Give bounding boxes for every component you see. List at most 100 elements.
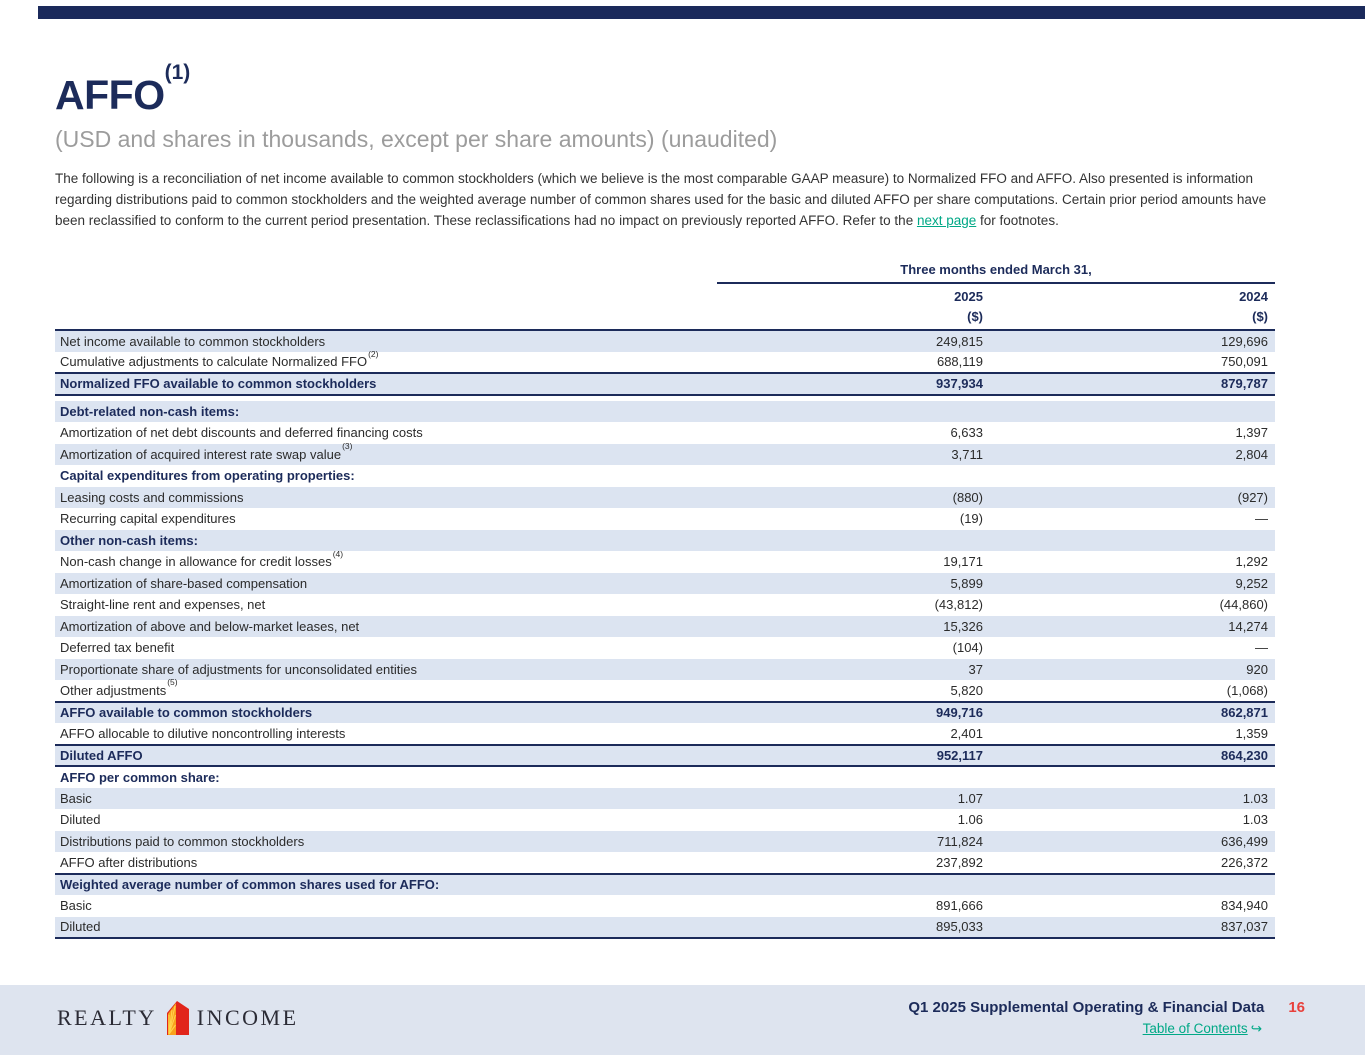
row-label: Distributions paid to common stockholder… bbox=[55, 831, 717, 853]
row-label: Non-cash change in allowance for credit … bbox=[55, 551, 717, 573]
units-header-2024: ($) bbox=[990, 307, 1275, 330]
value-2024: 1,397 bbox=[990, 422, 1275, 444]
value-2024: 2,804 bbox=[990, 444, 1275, 466]
top-accent-bar bbox=[38, 6, 1365, 19]
value-2025: 6,633 bbox=[717, 422, 990, 444]
value-2024: 1,292 bbox=[990, 551, 1275, 573]
year-header-row: 2025 2024 bbox=[55, 283, 1275, 307]
value-2025: 5,899 bbox=[717, 573, 990, 595]
value-2025: (104) bbox=[717, 637, 990, 659]
toc-arrow-icon: ↪ bbox=[1251, 1021, 1262, 1036]
table-row: Diluted AFFO952,117864,230 bbox=[55, 745, 1275, 767]
page-subtitle: (USD and shares in thousands, except per… bbox=[55, 126, 1275, 153]
table-row: AFFO after distributions237,892226,372 bbox=[55, 852, 1275, 874]
value-2024: 879,787 bbox=[990, 373, 1275, 395]
value-2025 bbox=[717, 465, 990, 487]
table-row: Net income available to common stockhold… bbox=[55, 330, 1275, 352]
value-2025: (19) bbox=[717, 508, 990, 530]
table-row: Weighted average number of common shares… bbox=[55, 874, 1275, 896]
row-label: AFFO per common share: bbox=[55, 766, 717, 788]
table-row: Diluted1.061.03 bbox=[55, 809, 1275, 831]
page-footer: REALTY INCOME Q1 2025 Supplemental Opera… bbox=[0, 985, 1365, 1055]
value-2024: 920 bbox=[990, 659, 1275, 681]
row-label: Basic bbox=[55, 895, 717, 917]
value-2025: 5,820 bbox=[717, 680, 990, 702]
table-body: Net income available to common stockhold… bbox=[55, 330, 1275, 938]
table-row: Straight-line rent and expenses, net(43,… bbox=[55, 594, 1275, 616]
value-2025: 19,171 bbox=[717, 551, 990, 573]
period-header: Three months ended March 31, bbox=[717, 260, 1275, 283]
value-2024: — bbox=[990, 508, 1275, 530]
footer-line2: Table of Contents↪ bbox=[908, 1020, 1262, 1038]
year-header-2024: 2024 bbox=[990, 283, 1275, 307]
table-header: Three months ended March 31, 2025 2024 (… bbox=[55, 260, 1275, 330]
page-title: AFFO(1) bbox=[55, 72, 1275, 119]
value-2024: 834,940 bbox=[990, 895, 1275, 917]
realty-income-logo: REALTY INCOME bbox=[57, 1001, 299, 1035]
value-2025: 891,666 bbox=[717, 895, 990, 917]
page-number: 16 bbox=[1288, 999, 1305, 1016]
value-2024: 1.03 bbox=[990, 788, 1275, 810]
value-2024: 1,359 bbox=[990, 723, 1275, 745]
value-2024 bbox=[990, 530, 1275, 552]
value-2024 bbox=[990, 766, 1275, 788]
row-label: Weighted average number of common shares… bbox=[55, 874, 717, 896]
table-row: Cumulative adjustments to calculate Norm… bbox=[55, 352, 1275, 374]
table-row: Leasing costs and commissions(880)(927) bbox=[55, 487, 1275, 509]
row-label: Capital expenditures from operating prop… bbox=[55, 465, 717, 487]
footer-line1: Q1 2025 Supplemental Operating & Financi… bbox=[908, 999, 1305, 1016]
value-2025: 37 bbox=[717, 659, 990, 681]
table-row: Other adjustments(5)5,820(1,068) bbox=[55, 680, 1275, 702]
table-of-contents-link[interactable]: Table of Contents bbox=[1143, 1021, 1248, 1036]
row-label: Proportionate share of adjustments for u… bbox=[55, 659, 717, 681]
value-2025: (43,812) bbox=[717, 594, 990, 616]
row-label: AFFO available to common stockholders bbox=[55, 702, 717, 724]
row-label: Amortization of share-based compensation bbox=[55, 573, 717, 595]
logo-word-realty: REALTY bbox=[57, 1005, 157, 1031]
row-label: Diluted AFFO bbox=[55, 745, 717, 767]
value-2025: 1.06 bbox=[717, 809, 990, 831]
row-label: Amortization of above and below-market l… bbox=[55, 616, 717, 638]
value-2025 bbox=[717, 530, 990, 552]
table-row: Amortization of share-based compensation… bbox=[55, 573, 1275, 595]
next-page-link[interactable]: next page bbox=[917, 213, 976, 228]
year-header-2025: 2025 bbox=[717, 283, 990, 307]
table-row: Basic1.071.03 bbox=[55, 788, 1275, 810]
intro-text-after-link: for footnotes. bbox=[976, 213, 1059, 228]
value-2024: (44,860) bbox=[990, 594, 1275, 616]
value-2024: (1,068) bbox=[990, 680, 1275, 702]
table-row: Basic891,666834,940 bbox=[55, 895, 1275, 917]
value-2024: 129,696 bbox=[990, 330, 1275, 352]
period-header-row: Three months ended March 31, bbox=[55, 260, 1275, 283]
row-label: AFFO after distributions bbox=[55, 852, 717, 874]
value-2025: 3,711 bbox=[717, 444, 990, 466]
value-2024: — bbox=[990, 637, 1275, 659]
value-2025: 688,119 bbox=[717, 352, 990, 374]
table-row: Proportionate share of adjustments for u… bbox=[55, 659, 1275, 681]
value-2025: 949,716 bbox=[717, 702, 990, 724]
page-content: AFFO(1) (USD and shares in thousands, ex… bbox=[55, 72, 1275, 939]
row-label: Debt-related non-cash items: bbox=[55, 401, 717, 423]
table-row: AFFO per common share: bbox=[55, 766, 1275, 788]
period-header-spacer bbox=[55, 260, 717, 283]
value-2024: 1.03 bbox=[990, 809, 1275, 831]
affo-reconciliation-table: Three months ended March 31, 2025 2024 (… bbox=[55, 260, 1275, 939]
row-label: Deferred tax benefit bbox=[55, 637, 717, 659]
footnote-marker: (5) bbox=[167, 677, 177, 687]
intro-paragraph: The following is a reconciliation of net… bbox=[55, 168, 1275, 231]
logo-word-income: INCOME bbox=[197, 1005, 299, 1031]
row-label: Diluted bbox=[55, 917, 717, 939]
row-label: Net income available to common stockhold… bbox=[55, 330, 717, 352]
value-2025 bbox=[717, 874, 990, 896]
value-2024 bbox=[990, 401, 1275, 423]
value-2025: 249,815 bbox=[717, 330, 990, 352]
value-2024: 9,252 bbox=[990, 573, 1275, 595]
intro-text-before-link: The following is a reconciliation of net… bbox=[55, 171, 1266, 228]
value-2025 bbox=[717, 766, 990, 788]
table-row: Capital expenditures from operating prop… bbox=[55, 465, 1275, 487]
value-2025: 2,401 bbox=[717, 723, 990, 745]
value-2025: 711,824 bbox=[717, 831, 990, 853]
units-header-spacer bbox=[55, 307, 717, 330]
units-header-2025: ($) bbox=[717, 307, 990, 330]
value-2024: 750,091 bbox=[990, 352, 1275, 374]
